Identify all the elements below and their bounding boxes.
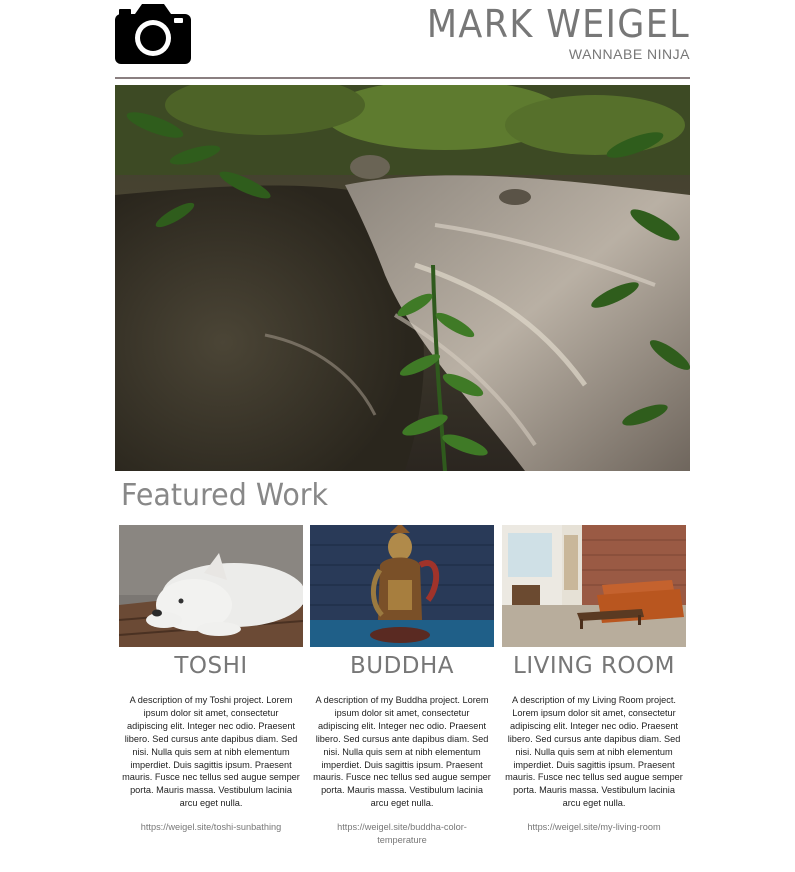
project-link-toshi[interactable]: https://weigel.site/toshi-sunbathing xyxy=(126,821,296,834)
project-card-buddha: BUDDHA A description of my Buddha projec… xyxy=(310,525,494,847)
project-link-living-room[interactable]: https://weigel.site/my-living-room xyxy=(509,821,679,834)
project-description-buddha: A description of my Buddha project. Lore… xyxy=(313,695,491,809)
site-subtitle: WANNABE NINJA xyxy=(568,46,690,62)
site-title[interactable]: MARK WEIGEL xyxy=(427,3,690,45)
project-card-living-room: LIVING ROOM A description of my Living R… xyxy=(502,525,686,834)
page: MARK WEIGEL WANNABE NINJA Featured Work … xyxy=(115,0,690,845)
featured-work-heading: Featured Work xyxy=(121,478,329,513)
project-thumbnail-buddha[interactable] xyxy=(310,525,494,647)
site-header: MARK WEIGEL WANNABE NINJA xyxy=(115,0,690,79)
project-link-buddha[interactable]: https://weigel.site/buddha-color-tempera… xyxy=(317,821,487,847)
hero-image xyxy=(115,85,690,471)
project-description-living-room: A description of my Living Room project.… xyxy=(505,695,683,809)
camera-icon[interactable] xyxy=(115,2,191,64)
project-description-toshi: A description of my Toshi project. Lorem… xyxy=(122,695,300,809)
project-thumbnail-toshi[interactable] xyxy=(119,525,303,647)
project-title-toshi[interactable]: TOSHI xyxy=(119,652,303,680)
header-divider xyxy=(115,77,690,79)
featured-work-grid: TOSHI A description of my Toshi project.… xyxy=(115,525,690,865)
project-title-living-room[interactable]: LIVING ROOM xyxy=(502,652,686,680)
project-card-toshi: TOSHI A description of my Toshi project.… xyxy=(119,525,303,834)
project-thumbnail-living-room[interactable] xyxy=(502,525,686,647)
project-title-buddha[interactable]: BUDDHA xyxy=(310,652,494,680)
